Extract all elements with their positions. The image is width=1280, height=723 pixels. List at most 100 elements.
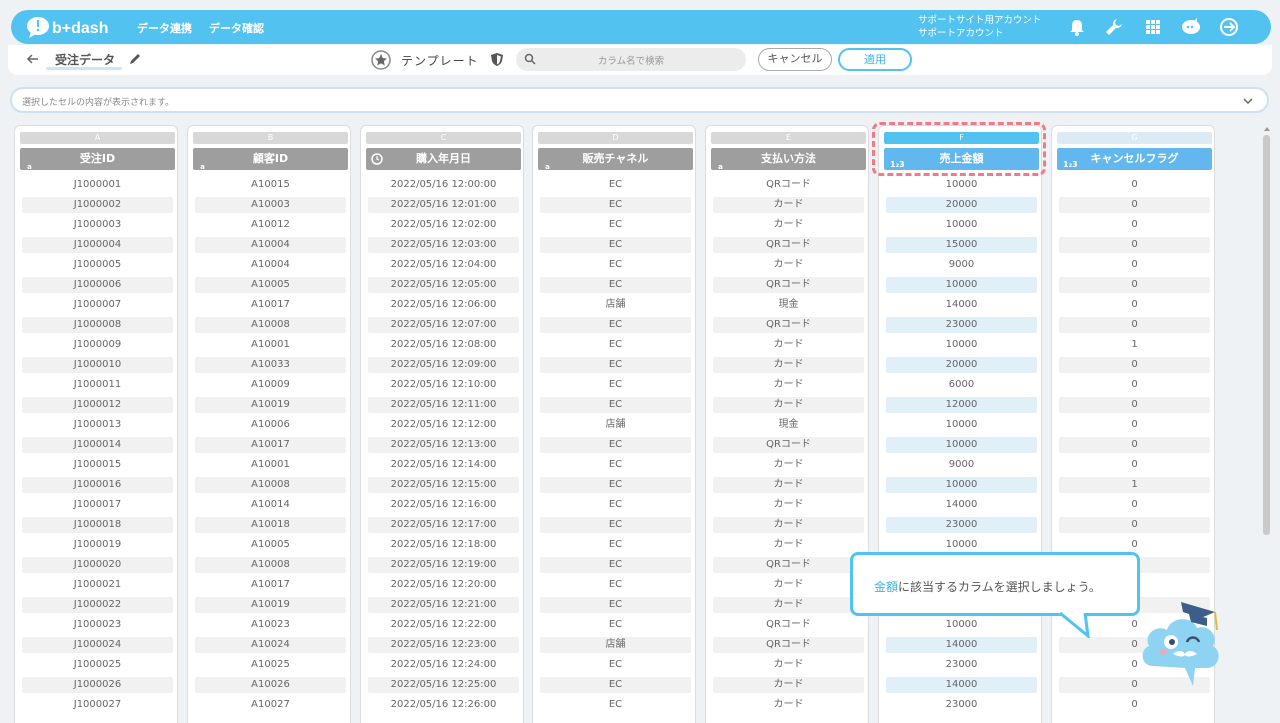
table-cell[interactable]: A10001: [195, 457, 346, 473]
table-cell[interactable]: EC: [540, 337, 691, 353]
table-cell[interactable]: 店舗: [540, 417, 691, 433]
table-cell[interactable]: 2022/05/16 12:14:00: [368, 457, 519, 473]
table-cell[interactable]: カード: [713, 697, 864, 713]
table-cell[interactable]: 23000: [886, 517, 1037, 533]
table-cell[interactable]: 2022/05/16 12:04:00: [368, 257, 519, 273]
table-cell[interactable]: 2022/05/16 12:06:00: [368, 297, 519, 313]
table-cell[interactable]: 0: [1059, 437, 1210, 453]
dataset-title[interactable]: 受注データ: [55, 51, 115, 68]
table-cell[interactable]: J1000013: [22, 417, 173, 433]
table-cell[interactable]: QRコード: [713, 637, 864, 653]
column-header[interactable]: a あ販売チャネル: [538, 148, 693, 193]
table-cell[interactable]: 14000: [886, 497, 1037, 513]
table-cell[interactable]: EC: [540, 197, 691, 213]
table-cell[interactable]: A10026: [195, 677, 346, 693]
table-cell[interactable]: 20000: [886, 357, 1037, 373]
table-cell[interactable]: A10018: [195, 517, 346, 533]
table-cell[interactable]: J1000008: [22, 317, 173, 333]
table-cell[interactable]: J1000021: [22, 577, 173, 593]
table-cell[interactable]: 10000: [886, 437, 1037, 453]
table-cell[interactable]: A10008: [195, 477, 346, 493]
table-cell[interactable]: QRコード: [713, 237, 864, 253]
table-cell[interactable]: EC: [540, 597, 691, 613]
table-cell[interactable]: A10001: [195, 337, 346, 353]
nav-data-integration[interactable]: データ連携: [137, 20, 192, 36]
table-cell[interactable]: EC: [540, 397, 691, 413]
table-cell[interactable]: QRコード: [713, 277, 864, 293]
table-cell[interactable]: A10023: [195, 617, 346, 633]
column-letter[interactable]: C: [366, 132, 521, 144]
table-cell[interactable]: カード: [713, 577, 864, 593]
cell-preview-bar[interactable]: 選択したセルの内容が表示されます。: [10, 87, 1269, 113]
table-cell[interactable]: J1000025: [22, 657, 173, 673]
column-letter[interactable]: B: [193, 132, 348, 144]
table-cell[interactable]: A10014: [195, 497, 346, 513]
table-cell[interactable]: 0: [1059, 297, 1210, 313]
grid-icon[interactable]: [1143, 17, 1163, 37]
table-cell[interactable]: 2022/05/16 12:15:00: [368, 477, 519, 493]
column-a[interactable]: Aa あ受注ID J1000001 J1000002 J1000003 J1000004…: [14, 125, 178, 723]
table-cell[interactable]: 23000: [886, 657, 1037, 673]
scrollbar-thumb[interactable]: [1263, 135, 1270, 535]
pencil-icon[interactable]: [128, 52, 142, 66]
table-cell[interactable]: カード: [713, 257, 864, 273]
table-cell[interactable]: EC: [540, 697, 691, 713]
table-cell[interactable]: 2022/05/16 12:08:00: [368, 337, 519, 353]
scroll-up-icon[interactable]: [1263, 125, 1271, 133]
table-cell[interactable]: EC: [540, 357, 691, 373]
table-cell[interactable]: J1000022: [22, 597, 173, 613]
table-cell[interactable]: カード: [713, 457, 864, 473]
table-cell[interactable]: カード: [713, 357, 864, 373]
table-cell[interactable]: J1000007: [22, 297, 173, 313]
table-cell[interactable]: A10017: [195, 437, 346, 453]
column-b[interactable]: Ba あ顧客ID A10015 A10003 A10012 A10004 A10004 A1…: [187, 125, 351, 723]
bell-icon[interactable]: [1067, 17, 1087, 37]
table-cell[interactable]: 1: [1059, 477, 1210, 493]
column-header[interactable]: a あ支払い方法: [711, 148, 866, 193]
table-cell[interactable]: カード: [713, 217, 864, 233]
chevron-down-icon[interactable]: [1243, 97, 1253, 105]
table-cell[interactable]: A10024: [195, 637, 346, 653]
table-cell[interactable]: J1000004: [22, 237, 173, 253]
table-cell[interactable]: 10000: [886, 337, 1037, 353]
column-header[interactable]: 1₂3 キャンセルフラグ: [1057, 148, 1212, 170]
table-cell[interactable]: 14000: [886, 297, 1037, 313]
table-cell[interactable]: A10009: [195, 377, 346, 393]
logout-icon[interactable]: [1219, 17, 1239, 37]
table-cell[interactable]: A10017: [195, 577, 346, 593]
table-cell[interactable]: EC: [540, 537, 691, 553]
table-cell[interactable]: カード: [713, 337, 864, 353]
table-cell[interactable]: EC: [540, 317, 691, 333]
table-cell[interactable]: J1000003: [22, 217, 173, 233]
column-header[interactable]: 購入年月日: [366, 148, 521, 170]
table-cell[interactable]: A10008: [195, 317, 346, 333]
column-letter[interactable]: E: [711, 132, 866, 144]
table-cell[interactable]: 0: [1059, 277, 1210, 293]
table-cell[interactable]: 0: [1059, 377, 1210, 393]
table-cell[interactable]: A10008: [195, 557, 346, 573]
table-cell[interactable]: 店舗: [540, 637, 691, 653]
table-cell[interactable]: 0: [1059, 537, 1210, 553]
table-cell[interactable]: 2022/05/16 12:23:00: [368, 637, 519, 653]
table-cell[interactable]: J1000016: [22, 477, 173, 493]
table-cell[interactable]: 0: [1059, 417, 1210, 433]
table-cell[interactable]: 0: [1059, 197, 1210, 213]
table-cell[interactable]: 14000: [886, 677, 1037, 693]
table-cell[interactable]: EC: [540, 497, 691, 513]
column-d[interactable]: Da あ販売チャネル EC EC EC EC EC EC 店舗 EC EC EC EC EC 店舗 EC EC…: [532, 125, 696, 723]
table-cell[interactable]: J1000015: [22, 457, 173, 473]
table-cell[interactable]: 10000: [886, 617, 1037, 633]
table-cell[interactable]: J1000012: [22, 397, 173, 413]
table-cell[interactable]: QRコード: [713, 317, 864, 333]
table-cell[interactable]: A10025: [195, 657, 346, 673]
table-cell[interactable]: 9000: [886, 257, 1037, 273]
table-cell[interactable]: EC: [540, 677, 691, 693]
table-cell[interactable]: 10000: [886, 477, 1037, 493]
table-cell[interactable]: EC: [540, 277, 691, 293]
table-cell[interactable]: カード: [713, 517, 864, 533]
table-cell[interactable]: EC: [540, 377, 691, 393]
table-cell[interactable]: EC: [540, 237, 691, 253]
table-cell[interactable]: 2022/05/16 12:22:00: [368, 617, 519, 633]
table-cell[interactable]: A10027: [195, 697, 346, 713]
table-cell[interactable]: EC: [540, 557, 691, 573]
